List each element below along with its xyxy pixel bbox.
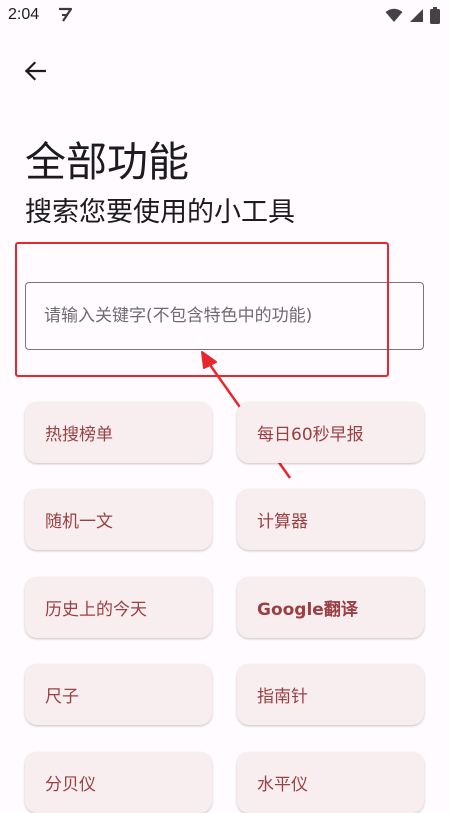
tool-label: 水平仪	[257, 775, 308, 795]
tool-card-hot-search[interactable]: 热搜榜单	[25, 402, 212, 463]
tool-label: 每日60秒早报	[257, 425, 364, 445]
back-arrow-icon	[24, 61, 46, 81]
tool-card-ruler[interactable]: 尺子	[25, 664, 212, 725]
tool-label: 热搜榜单	[45, 425, 113, 445]
tool-label: 历史上的今天	[45, 600, 147, 620]
page-subtitle: 搜索您要使用的小工具	[25, 197, 295, 228]
status-icons	[385, 7, 440, 24]
signal-icon	[410, 9, 423, 22]
tool-label: 计算器	[257, 512, 308, 532]
tool-card-random-article[interactable]: 随机一文	[25, 489, 212, 550]
tool-label: 分贝仪	[45, 775, 96, 795]
tool-label: Google翻译	[257, 600, 358, 620]
tool-label: 随机一文	[45, 512, 113, 532]
app-notification-icon	[59, 7, 73, 22]
wifi-icon	[385, 8, 403, 22]
tool-card-decibel-meter[interactable]: 分贝仪	[25, 752, 212, 813]
tool-card-google-translate[interactable]: Google翻译	[237, 577, 424, 638]
battery-icon	[430, 7, 440, 24]
tool-card-calculator[interactable]: 计算器	[237, 489, 424, 550]
tool-card-compass[interactable]: 指南针	[237, 664, 424, 725]
tool-label: 尺子	[45, 687, 79, 707]
back-button[interactable]	[16, 52, 54, 90]
tool-card-history-today[interactable]: 历史上的今天	[25, 577, 212, 638]
tool-label: 指南针	[257, 687, 308, 707]
tool-card-level[interactable]: 水平仪	[237, 752, 424, 813]
page-title: 全部功能	[25, 138, 189, 186]
tool-card-daily-news[interactable]: 每日60秒早报	[237, 402, 424, 463]
status-time: 2:04	[8, 6, 40, 23]
status-bar: 2:04	[0, 0, 450, 32]
search-input[interactable]	[25, 282, 424, 350]
